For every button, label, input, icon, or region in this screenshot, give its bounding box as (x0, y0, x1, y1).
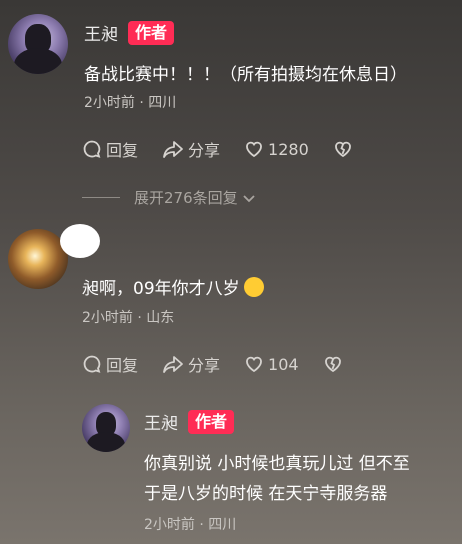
author-name[interactable]: 王昶 (144, 409, 178, 434)
like-button[interactable]: 104 (244, 352, 299, 376)
comment-header: 王昶 作者 (84, 20, 175, 45)
author-avatar[interactable] (82, 404, 130, 452)
comment-text: 备战比赛中！！！（所有拍摄均在休息日） (84, 65, 407, 85)
comment-meta: 2小时前 · 山东 (82, 310, 175, 326)
share-button[interactable]: 分享 (162, 137, 220, 161)
reply-icon (83, 140, 101, 158)
chevron-down-icon (243, 194, 255, 202)
author-tag: 作者 (128, 20, 175, 45)
reply-text: 你真别说 小时候也真玩儿过 但不至 于是八岁的时候 在天宁寺服务器 (144, 454, 410, 504)
reply-button[interactable]: 回复 (82, 137, 138, 161)
comment-actions: 回复 分享 104 (82, 352, 347, 376)
divider-line (82, 197, 120, 198)
broken-heart-icon (334, 141, 351, 158)
heart-icon (246, 356, 262, 373)
share-icon (163, 356, 183, 373)
comment-actions: 回复 分享 1280 (82, 137, 357, 161)
like-count: 1280 (268, 139, 309, 159)
expand-replies-label: 展开276条回复 (134, 189, 238, 207)
like-button[interactable]: 1280 (244, 137, 309, 161)
avatar-badge (60, 224, 100, 258)
dislike-button[interactable] (333, 137, 357, 161)
reply-button[interactable]: 回复 (82, 352, 138, 376)
author-avatar[interactable] (8, 14, 68, 74)
heart-icon (246, 141, 262, 158)
comment-text: 昶啊，09年你才八岁 (82, 274, 264, 299)
user-avatar[interactable] (8, 229, 68, 289)
reply-meta: 2小时前 · 四川 (144, 517, 237, 533)
laughing-emoji-icon (243, 277, 264, 297)
broken-heart-icon (324, 356, 341, 373)
share-icon (163, 141, 183, 158)
author-name[interactable]: 王昶 (84, 20, 118, 45)
reply-icon (83, 355, 101, 373)
share-button[interactable]: 分享 (162, 352, 220, 376)
expand-replies-button[interactable]: 展开276条回复 (82, 187, 257, 208)
reply-header: 王昶 作者 (144, 409, 235, 434)
dislike-button[interactable] (323, 352, 347, 376)
comment-meta: 2小时前 · 四川 (84, 95, 177, 111)
author-tag: 作者 (188, 409, 235, 434)
like-count: 104 (268, 354, 299, 374)
